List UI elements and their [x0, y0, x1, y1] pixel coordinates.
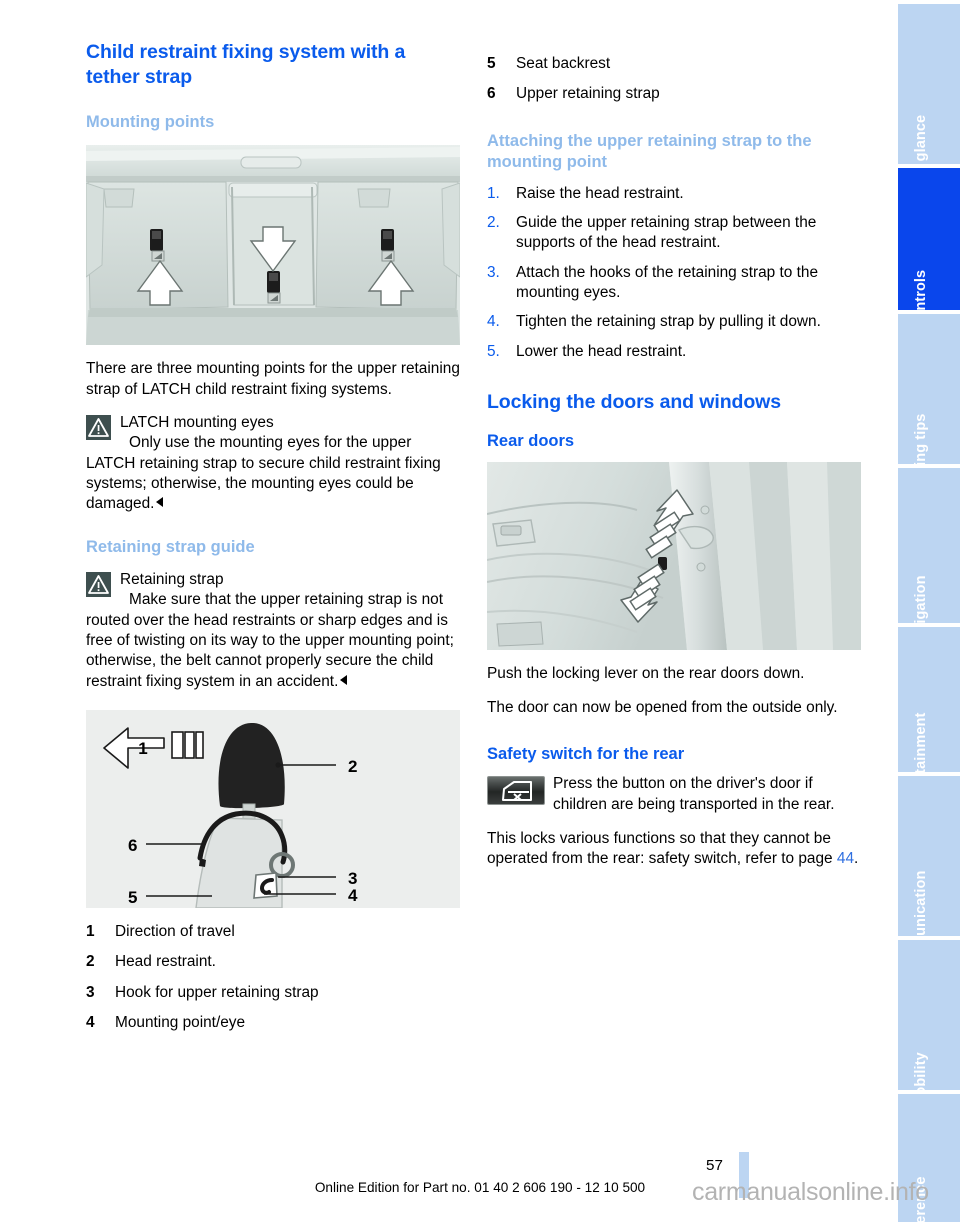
step-text: Lower the head restraint. [516, 342, 687, 360]
paragraph-locks-functions: This locks various functions so that the… [487, 829, 865, 870]
note-end-marker-icon [156, 497, 164, 508]
svg-text:5: 5 [128, 888, 137, 907]
legend-label: Head restraint. [115, 953, 216, 971]
step-item: 2. Guide the upper retaining strap betwe… [487, 213, 865, 254]
heading-attaching-strap: Attaching the upper retaining strap to t… [487, 131, 812, 172]
step-text: Raise the head restraint. [516, 184, 684, 202]
step-text: Attach the hooks of the retaining strap … [516, 263, 819, 301]
step-number: 2. [487, 213, 500, 231]
warning-triangle-icon [86, 572, 111, 598]
step-text: Guide the upper retaining strap between … [516, 213, 817, 252]
tab-label: Driving tips [913, 413, 929, 464]
legend-item: 1 Direction of travel [86, 922, 464, 942]
heading-retaining-strap-guide: Retaining strap guide [86, 537, 255, 556]
svg-text:1: 1 [138, 739, 147, 758]
legend-number: 3 [86, 983, 95, 1001]
paragraph-mounting-points: There are three mounting points for the … [86, 360, 460, 398]
step-number: 1. [487, 184, 500, 202]
page-title: Child restraint fixing system with a tet… [86, 41, 406, 88]
step-number: 4. [487, 313, 500, 331]
step-item: 1. Raise the head restraint. [487, 184, 865, 204]
tab-label: Controls [913, 269, 929, 310]
legend-item: 5 Seat backrest [487, 54, 865, 74]
warning-triangle-icon [86, 415, 111, 440]
manual-page: Child restraint fixing system with a tet… [0, 0, 960, 1222]
step-item: 5. Lower the head restraint. [487, 342, 865, 362]
note-end-marker-icon [340, 674, 348, 685]
step-number: 5. [487, 342, 500, 360]
svg-text:6: 6 [128, 836, 137, 855]
left-column: Child restraint fixing system with a tet… [86, 40, 464, 1043]
page-reference-link[interactable]: 44 [837, 850, 854, 867]
sidebar-item-entertainment[interactable]: Entertainment [898, 627, 960, 772]
sidebar-item-communication[interactable]: Communication [898, 776, 960, 936]
site-watermark: carmanualsonline.info [692, 1178, 929, 1206]
safety-switch-note: Press the button on the driver's door if… [487, 774, 865, 815]
car-door-lockout-button-icon[interactable] [487, 776, 545, 806]
legend-number: 1 [86, 923, 95, 941]
step-item: 3. Attach the hooks of the retaining str… [487, 263, 865, 304]
locks-functions-period: . [854, 850, 859, 868]
sidebar-item-controls[interactable]: Controls [898, 168, 960, 310]
section-title-locking: Locking the doors and windows [487, 390, 781, 413]
warning-latch-mounting-eyes: LATCH mounting eyes Only use the mountin… [86, 413, 464, 515]
legend-label: Direction of travel [115, 923, 235, 941]
warning-strap-title: Retaining strap [120, 571, 224, 589]
warning-latch-title: LATCH mounting eyes [120, 414, 274, 431]
chapter-tab-rail: At a glance Controls Driving tips Naviga… [898, 0, 960, 1222]
sidebar-item-mobility[interactable]: Mobility [898, 940, 960, 1090]
sidebar-item-navigation[interactable]: Navigation [898, 468, 960, 623]
tab-label: Mobility [913, 1052, 929, 1090]
legend-label: Hook for upper retaining strap [115, 983, 319, 1001]
legend-item: 2 Head restraint. [86, 952, 464, 972]
legend-number: 2 [86, 953, 95, 971]
legend-item: 4 Mounting point/eye [86, 1013, 464, 1033]
svg-text:2: 2 [348, 757, 357, 776]
step-number: 3. [487, 263, 500, 281]
step-item: 4. Tighten the retaining strap by pullin… [487, 312, 865, 332]
warning-strap-body: Make sure that the upper retaining strap… [86, 591, 454, 690]
steps-attaching-strap: 1. Raise the head restraint. 2. Guide th… [487, 184, 865, 362]
sidebar-item-driving-tips[interactable]: Driving tips [898, 314, 960, 464]
paragraph-door-outside: The door can now be opened from the outs… [487, 698, 838, 716]
warning-retaining-strap: Retaining strap Make sure that the upper… [86, 570, 464, 692]
tab-label: Communication [913, 870, 929, 936]
right-column: 5 Seat backrest 6 Upper retaining strap … [487, 40, 865, 883]
figure-mounting-points [86, 145, 460, 346]
heading-safety-switch: Safety switch for the rear [487, 744, 685, 763]
figure-seat-retaining-strap: 1 2 6 3 4 5 [86, 710, 460, 909]
legend-label: Seat backrest [516, 55, 611, 72]
paragraph-locking-lever: Push the locking lever on the rear doors… [487, 665, 805, 683]
heading-rear-doors: Rear doors [487, 431, 575, 450]
heading-mounting-points: Mounting points [86, 112, 215, 131]
legend-number: 4 [86, 1014, 95, 1032]
legend-list-right: 5 Seat backrest 6 Upper retaining strap [487, 54, 865, 105]
legend-label: Mounting point/eye [115, 1014, 246, 1032]
svg-text:4: 4 [348, 886, 358, 905]
legend-item: 6 Upper retaining strap [487, 84, 865, 104]
tab-label: At a glance [913, 114, 929, 164]
page-number: 57 [706, 1157, 723, 1174]
safety-switch-text: Press the button on the driver's door if… [553, 775, 835, 813]
figure-rear-door [487, 462, 861, 651]
warning-latch-body: Only use the mounting eyes for the upper… [86, 434, 441, 513]
tab-label: Navigation [913, 575, 929, 623]
legend-list-left: 1 Direction of travel 2 Head restraint. … [86, 922, 464, 1033]
step-text: Tighten the retaining strap by pulling i… [516, 313, 821, 331]
locks-functions-text: This locks various functions so that the… [487, 829, 837, 868]
tab-label: Entertainment [913, 712, 929, 772]
legend-number: 5 [487, 55, 496, 72]
legend-label: Upper retaining strap [516, 85, 660, 103]
legend-number: 6 [487, 85, 496, 103]
sidebar-item-at-a-glance[interactable]: At a glance [898, 4, 960, 164]
legend-item: 3 Hook for upper retaining strap [86, 983, 464, 1003]
